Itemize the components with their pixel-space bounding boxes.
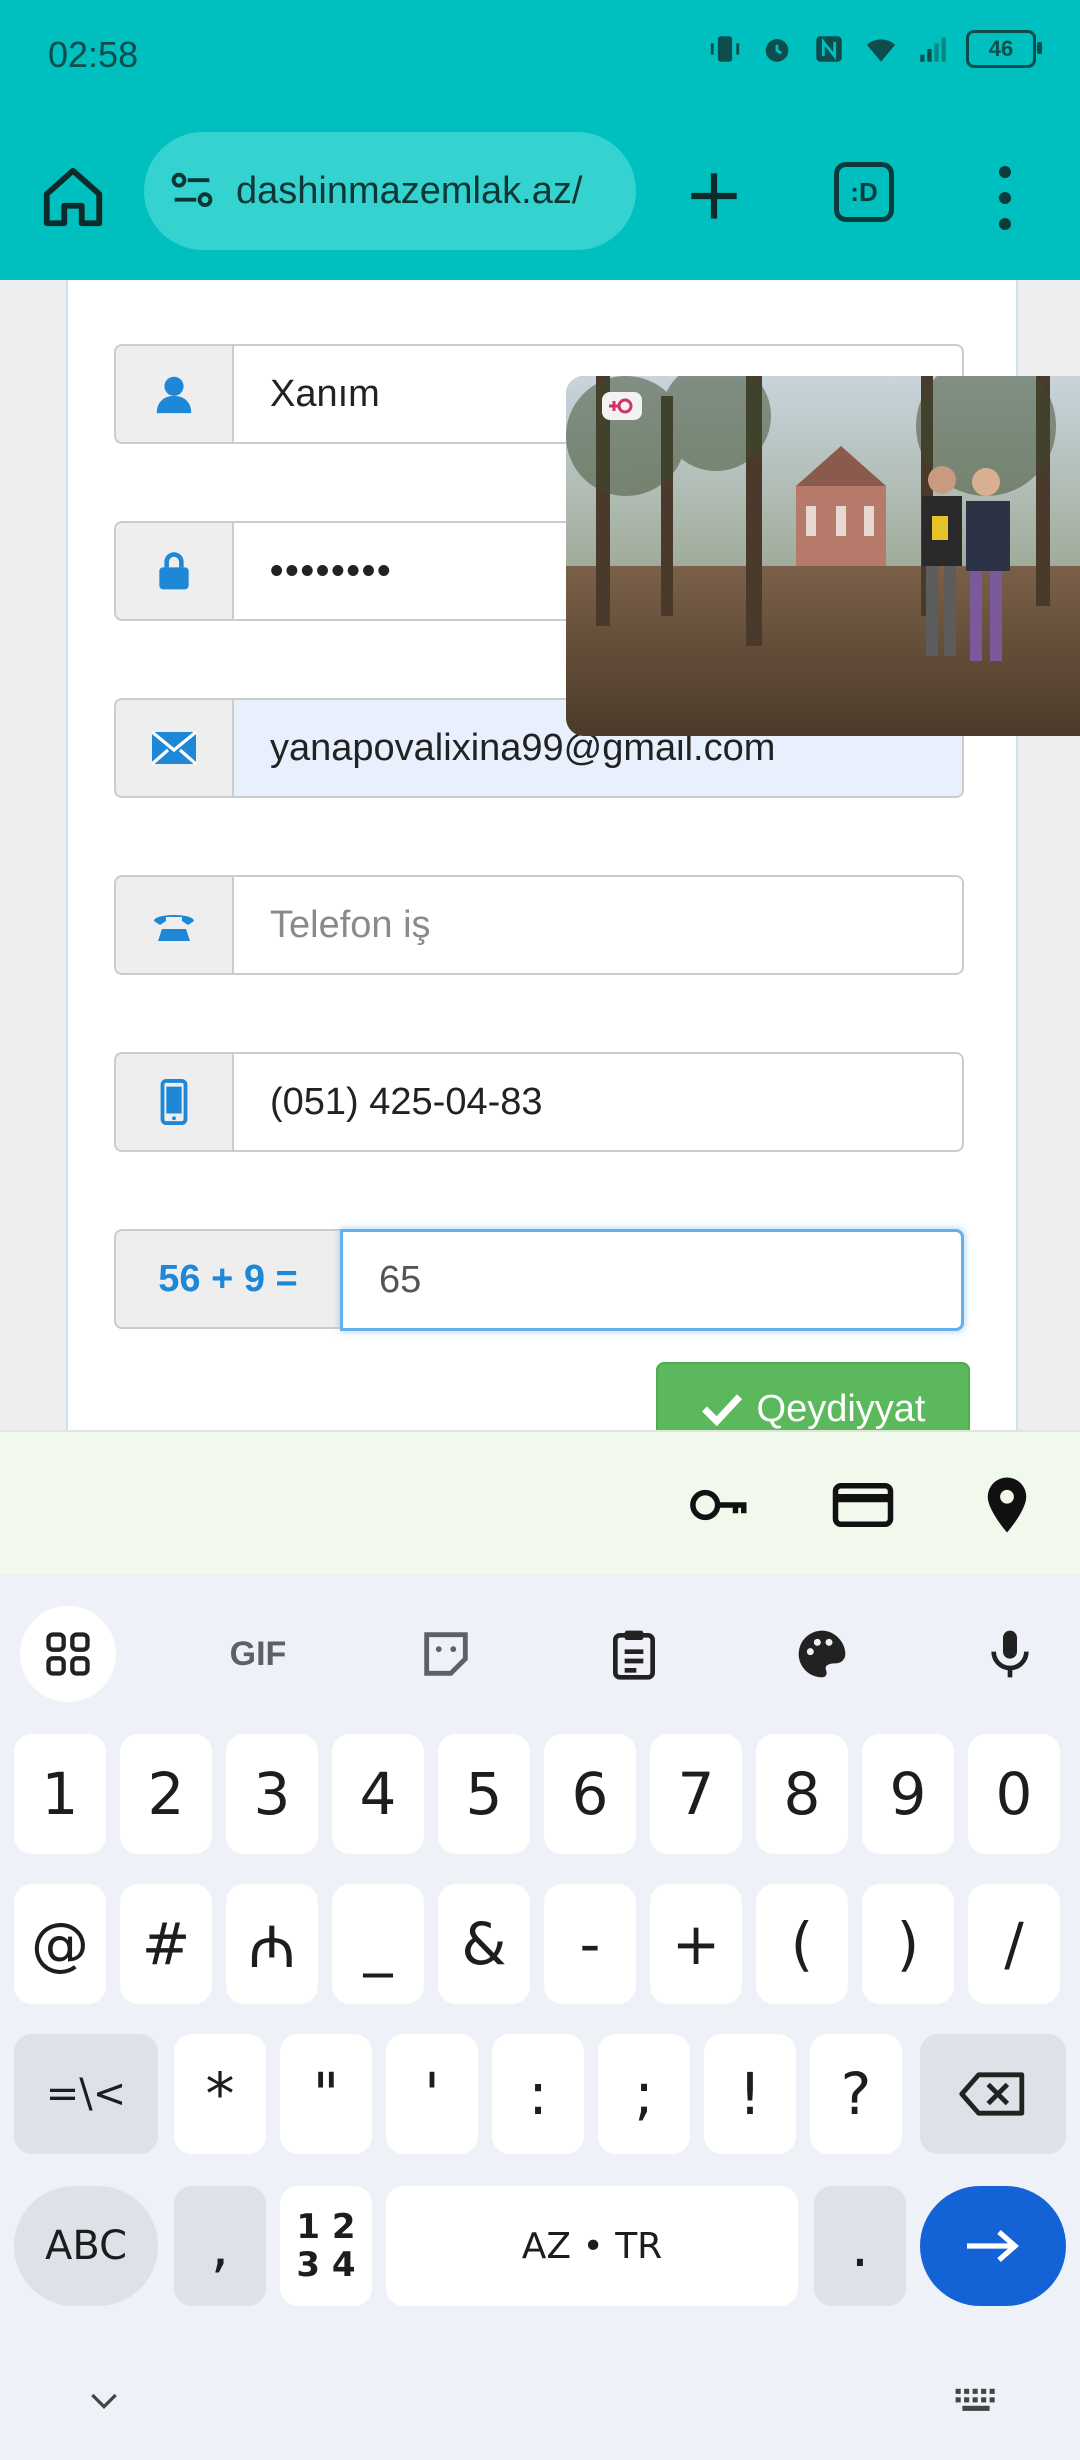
microphone-icon[interactable]: [962, 1606, 1058, 1702]
tab-switcher-button[interactable]: :D: [834, 162, 894, 222]
backspace-icon: [959, 2072, 1025, 2116]
hide-keyboard-icon[interactable]: [84, 2380, 124, 2420]
key-comma[interactable]: ,: [174, 2186, 266, 2306]
sticker-icon[interactable]: [398, 1606, 494, 1702]
key-at[interactable]: @: [14, 1884, 106, 2004]
captcha-label: 56 + 9 =: [114, 1229, 340, 1329]
key-single-quote[interactable]: ': [386, 2034, 478, 2154]
key-period[interactable]: .: [814, 2186, 906, 2306]
palette-icon[interactable]: [774, 1606, 870, 1702]
space-key[interactable]: AZ • TR: [386, 2186, 798, 2306]
video-frame: [566, 376, 1080, 736]
key-exclamation[interactable]: !: [704, 2034, 796, 2154]
work-phone-input[interactable]: Telefon iş: [232, 875, 964, 975]
numpad-bottom: 3 4: [296, 2245, 356, 2285]
pip-badge-icon: [602, 392, 642, 420]
plus-icon: [691, 173, 737, 219]
keyboard-toolbar: GIF: [0, 1574, 1080, 1714]
key-close-paren[interactable]: ): [862, 1884, 954, 2004]
key-manat[interactable]: ₼: [226, 1884, 318, 2004]
mobile-phone-icon: [114, 1052, 232, 1152]
autofill-bar: [0, 1430, 1080, 1576]
battery-icon: 46: [966, 30, 1042, 68]
mobile-row: (051) 425-04-83: [114, 1052, 964, 1152]
checkmark-icon: [701, 1394, 742, 1427]
key-7[interactable]: 7: [650, 1734, 742, 1854]
pip-video[interactable]: [566, 376, 1080, 736]
key-9[interactable]: 9: [862, 1734, 954, 1854]
enter-key[interactable]: [920, 2186, 1066, 2306]
key-underscore[interactable]: _: [332, 1884, 424, 2004]
key-colon[interactable]: :: [492, 2034, 584, 2154]
more-menu-button[interactable]: [990, 158, 1020, 238]
envelope-icon: [114, 698, 232, 798]
gif-button[interactable]: GIF: [210, 1606, 306, 1702]
key-icon[interactable]: [686, 1472, 752, 1538]
key-abc[interactable]: ABC: [14, 2186, 158, 2306]
browser-toolbar: dashinmazemlak.az/ :D: [0, 110, 1080, 282]
key-5[interactable]: 5: [438, 1734, 530, 1854]
key-ampersand[interactable]: &: [438, 1884, 530, 2004]
key-question[interactable]: ?: [810, 2034, 902, 2154]
vibrate-icon: [706, 30, 744, 68]
location-pin-icon[interactable]: [974, 1472, 1040, 1538]
user-icon: [114, 344, 232, 444]
mobile-input[interactable]: (051) 425-04-83: [232, 1052, 964, 1152]
address-bar[interactable]: dashinmazemlak.az/: [144, 132, 636, 250]
status-icons: 46: [706, 30, 1042, 68]
key-4[interactable]: 4: [332, 1734, 424, 1854]
key-3[interactable]: 3: [226, 1734, 318, 1854]
key-6[interactable]: 6: [544, 1734, 636, 1854]
key-asterisk[interactable]: *: [174, 2034, 266, 2154]
telephone-icon: [114, 875, 232, 975]
key-slash[interactable]: /: [968, 1884, 1060, 2004]
key-double-quote[interactable]: ": [280, 2034, 372, 2154]
work-phone-row: Telefon iş: [114, 875, 964, 975]
wifi-icon: [862, 30, 900, 68]
lock-icon: [114, 521, 232, 621]
status-bar: 02:58 46: [0, 0, 1080, 110]
home-button[interactable]: [38, 162, 108, 232]
keyboard-switch-icon[interactable]: [952, 2382, 1000, 2416]
register-button[interactable]: Qeydiyyat: [656, 1362, 970, 1430]
home-icon: [43, 167, 103, 227]
numpad-top: 1 2: [296, 2207, 356, 2247]
status-time: 02:58: [48, 34, 139, 75]
new-tab-button[interactable]: [680, 162, 748, 230]
nfc-icon: [810, 30, 848, 68]
key-more-symbols[interactable]: =\<: [14, 2034, 158, 2154]
key-8[interactable]: 8: [756, 1734, 848, 1854]
key-numpad[interactable]: 1 2 3 4: [280, 2186, 372, 2306]
key-0[interactable]: 0: [968, 1734, 1060, 1854]
arrow-right-icon: [967, 2230, 1019, 2262]
backspace-key[interactable]: [920, 2034, 1066, 2154]
register-button-label: Qeydiyyat: [756, 1387, 926, 1430]
clipboard-icon[interactable]: [586, 1606, 682, 1702]
apps-grid-icon[interactable]: [20, 1606, 116, 1702]
key-minus[interactable]: -: [544, 1884, 636, 2004]
captcha-row: 56 + 9 = 65: [114, 1229, 964, 1331]
key-open-paren[interactable]: (: [756, 1884, 848, 2004]
credit-card-icon[interactable]: [830, 1472, 896, 1538]
key-2[interactable]: 2: [120, 1734, 212, 1854]
signal-icon: [914, 30, 952, 68]
key-plus[interactable]: +: [650, 1884, 742, 2004]
keyboard: GIF 1 2 3 4 5 6 7 8 9 0 @ # ₼ _ & - + ( …: [0, 1574, 1080, 2460]
key-hash[interactable]: #: [120, 1884, 212, 2004]
alarm-icon: [758, 30, 796, 68]
key-semicolon[interactable]: ;: [598, 2034, 690, 2154]
url-text: dashinmazemlak.az/: [236, 169, 583, 212]
key-1[interactable]: 1: [14, 1734, 106, 1854]
site-settings-icon[interactable]: [166, 165, 218, 217]
captcha-input[interactable]: 65: [340, 1229, 964, 1331]
